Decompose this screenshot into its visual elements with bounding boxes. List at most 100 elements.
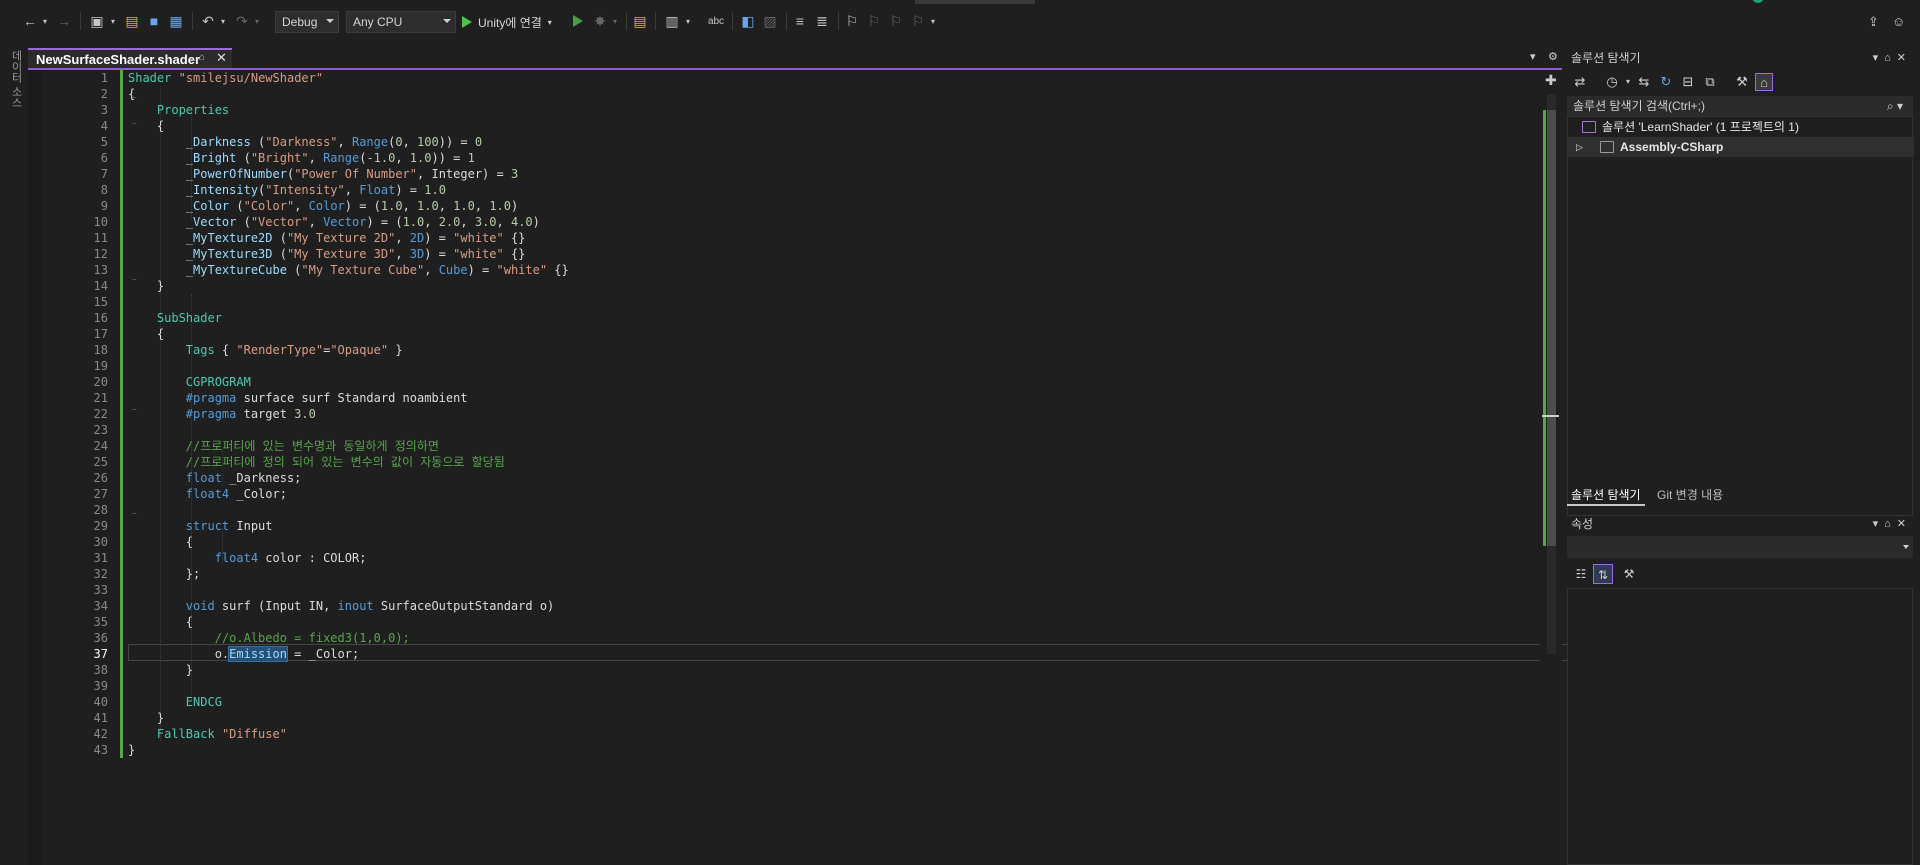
line-number: 20: [93, 375, 108, 389]
code-line: FallBack "Diffuse": [156, 727, 287, 741]
chevron-down-icon[interactable]: ▾: [610, 10, 620, 32]
redo-icon[interactable]: ↷: [232, 10, 252, 32]
chevron-down-icon[interactable]: ▾: [252, 10, 262, 32]
code-line: SubShader: [156, 311, 222, 325]
solution-explorer-header: 솔루션 탐색기 ▾⌂✕: [1567, 48, 1920, 68]
attach-unity-button[interactable]: Unity에 연결 ▾: [462, 11, 552, 33]
code-text-area[interactable]: Shader "smilejsu/NewShader" { Properties…: [128, 70, 1568, 865]
tree-item-solution[interactable]: 솔루션 'LearnShader' (1 프로젝트의 1): [1568, 117, 1914, 137]
refresh-icon[interactable]: ↻: [1657, 73, 1675, 91]
code-line: _MyTexture2D ("My Texture 2D", 2D) = "wh…: [185, 231, 526, 245]
play-icon: [462, 16, 472, 28]
forward-arrow-icon[interactable]: →: [54, 10, 74, 32]
tab-newsurfaceshader[interactable]: NewSurfaceShader.shader ⌂ ✕: [28, 48, 232, 68]
line-number: 16: [93, 311, 108, 325]
spell-check-icon[interactable]: abc: [704, 10, 728, 32]
undo-icon[interactable]: ↶: [198, 10, 218, 32]
pin-icon[interactable]: ⌂: [199, 52, 205, 63]
chevron-down-icon[interactable]: ▾: [682, 10, 694, 32]
right-tool-panel: 솔루션 탐색기 ▾⌂✕ ⇄ ◷ ▾ ⇆ ↻ ⊟ ⧉ ⚒ ⌂ 솔루션 탐색기 검색…: [1567, 48, 1920, 865]
alphabetical-icon[interactable]: ⇅: [1593, 564, 1613, 584]
line-number: 25: [93, 455, 108, 469]
chevron-down-icon[interactable]: ▾: [108, 10, 118, 32]
editor-vertical-scrollbar[interactable]: ✚: [1540, 70, 1562, 865]
pending-changes-icon[interactable]: ⇆: [1635, 73, 1653, 91]
tree-item-project[interactable]: ▷ Assembly-CSharp: [1568, 137, 1914, 157]
tab-title: NewSurfaceShader.shader: [36, 51, 201, 67]
start-without-debug-icon[interactable]: [570, 10, 586, 32]
code-line: struct Input: [185, 519, 273, 533]
preview-icon[interactable]: ⌂: [1755, 73, 1773, 91]
categorized-icon[interactable]: ☷: [1571, 564, 1591, 584]
line-number: 13: [93, 263, 108, 277]
account-avatar[interactable]: [1752, 0, 1764, 3]
sync-active-document-icon[interactable]: ⇄: [1571, 73, 1589, 91]
indent-icon[interactable]: ≡: [790, 10, 810, 32]
feedback-icon[interactable]: ☺: [1892, 14, 1905, 29]
chevron-down-icon: [443, 19, 451, 23]
close-icon[interactable]: ✕: [216, 50, 227, 66]
chevron-down-icon[interactable]: ▾: [40, 10, 50, 32]
hot-reload-icon[interactable]: ✸: [590, 10, 610, 32]
new-project-icon[interactable]: ▣: [86, 10, 108, 32]
share-icon[interactable]: ⇪: [1868, 14, 1879, 30]
panel-controls[interactable]: ▾⌂✕: [1873, 514, 1912, 534]
back-arrow-icon[interactable]: ←: [20, 10, 40, 32]
solution-explorer-toolbar: ⇄ ◷ ▾ ⇆ ↻ ⊟ ⧉ ⚒ ⌂: [1567, 70, 1920, 94]
line-number: 29: [93, 519, 108, 533]
show-all-files-icon[interactable]: ⧉: [1701, 73, 1719, 91]
breakpoint-icon[interactable]: ◧: [738, 10, 758, 32]
solution-search-input[interactable]: 솔루션 탐색기 검색(Ctrl+;) ⌕ ▾: [1567, 96, 1913, 116]
main-toolbar: ← ▾ → ▣ ▾ ▤ ■ ▦ ↶ ▾ ↷ ▾ Debug Any CPU Un…: [0, 0, 1920, 44]
tab-solution-explorer[interactable]: 솔루션 탐색기: [1567, 484, 1645, 506]
chevron-down-icon[interactable]: ▾: [218, 10, 228, 32]
code-line: Shader "smilejsu/NewShader": [128, 71, 324, 85]
panel-controls[interactable]: ▾⌂✕: [1873, 48, 1912, 68]
search-icon[interactable]: ⌕ ▾: [1887, 96, 1903, 116]
explorer-bottom-tabs: 솔루션 탐색기 Git 변경 내용: [1567, 484, 1920, 506]
code-line: _Color ("Color", Color) = (1.0, 1.0, 1.0…: [185, 199, 519, 213]
line-number: 12: [93, 247, 108, 261]
chevron-down-icon: [326, 19, 334, 23]
split-editor-icon[interactable]: ✚: [1545, 72, 1557, 89]
open-folder-icon[interactable]: ▤: [122, 10, 142, 32]
separator: [838, 12, 839, 30]
bookmark-icon[interactable]: ⚐: [842, 10, 862, 32]
prev-bookmark-icon[interactable]: ⚐: [864, 10, 884, 32]
separator: [192, 12, 193, 30]
line-number: 21: [93, 391, 108, 405]
data-sources-tab[interactable]: 데이터 소스: [10, 50, 24, 110]
code-line: }: [128, 663, 194, 677]
wrench-icon[interactable]: ⚒: [1619, 564, 1639, 584]
layout-icon[interactable]: ▥: [662, 10, 682, 32]
properties-object-select[interactable]: [1567, 536, 1913, 558]
solution-platform-select[interactable]: Any CPU: [346, 11, 456, 33]
code-line: void surf (Input IN, inout SurfaceOutput…: [185, 599, 555, 613]
scroll-thumb[interactable]: [1547, 110, 1556, 546]
clear-bookmarks-icon[interactable]: ⚐: [908, 10, 928, 32]
chevron-down-icon[interactable]: ▾: [928, 10, 938, 32]
wrench-icon[interactable]: ⚒: [1733, 73, 1751, 91]
line-number: 8: [100, 183, 108, 197]
tab-git-changes[interactable]: Git 변경 내용: [1653, 484, 1727, 506]
line-number: 26: [93, 471, 108, 485]
gear-icon[interactable]: ⚙: [1548, 50, 1558, 63]
tab-list-dropdown-icon[interactable]: ▾: [1530, 50, 1536, 63]
save-all-icon[interactable]: ▦: [166, 10, 186, 32]
folder-icon[interactable]: ▤: [630, 10, 650, 32]
code-line: }: [128, 711, 165, 725]
code-line: _Darkness ("Darkness", Range(0, 100)) = …: [185, 135, 483, 149]
save-icon[interactable]: ■: [144, 10, 164, 32]
line-number: 33: [93, 583, 108, 597]
next-bookmark-icon[interactable]: ⚐: [886, 10, 906, 32]
code-line: }: [128, 279, 165, 293]
code-editor[interactable]: 1 2 3 4 5 6 7 8 9 10 11 12 13 14 15 16 17 18 19 20 21 22 23 24 2…: [28, 70, 1568, 865]
solution-configuration-select[interactable]: Debug: [275, 11, 339, 33]
step-icon[interactable]: ▨: [760, 10, 780, 32]
code-line: Properties: [156, 103, 230, 117]
outdent-icon[interactable]: ≣: [812, 10, 832, 32]
expand-arrow-icon[interactable]: ▷: [1576, 137, 1583, 157]
csharp-project-icon: [1600, 141, 1614, 153]
collapse-all-icon[interactable]: ⊟: [1679, 73, 1697, 91]
line-number: 31: [93, 551, 108, 565]
